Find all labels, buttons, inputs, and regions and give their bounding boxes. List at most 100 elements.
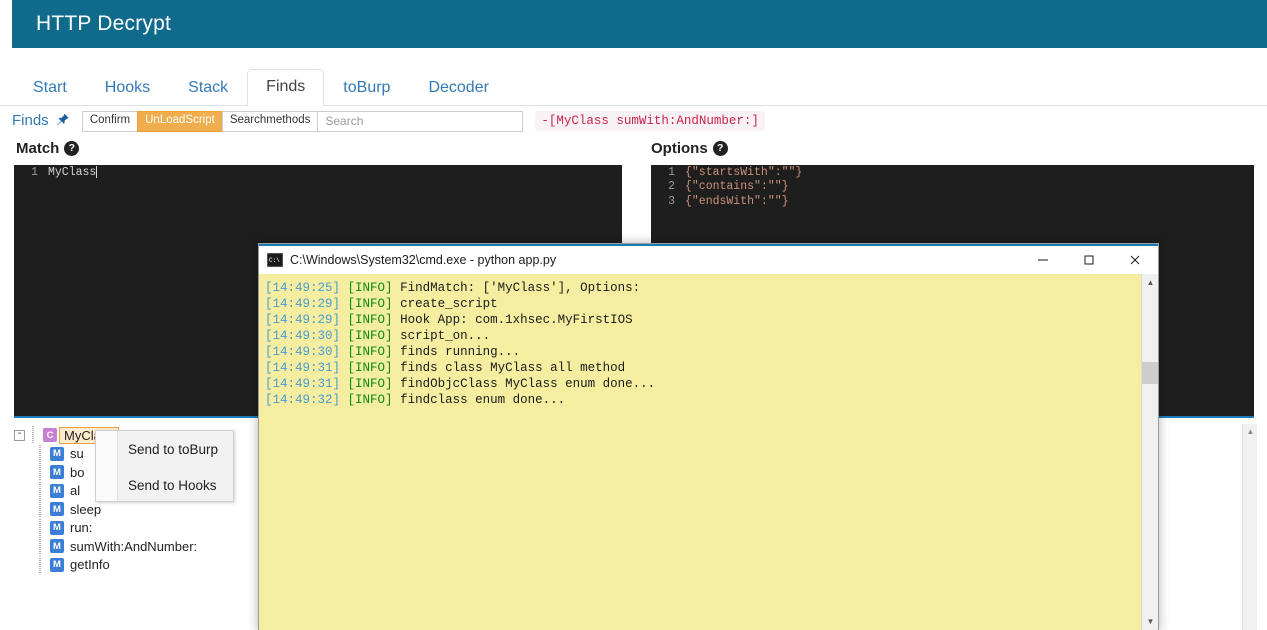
log-level: [INFO] — [347, 377, 393, 391]
text-caret — [96, 166, 98, 179]
collapse-toggle-icon[interactable]: - — [14, 429, 25, 441]
menu-item-send-to-toburp[interactable]: Send to toBurp — [96, 431, 233, 467]
method-badge-icon: M — [50, 465, 64, 480]
method-badge-icon: M — [50, 557, 64, 572]
tree-connector — [36, 537, 50, 556]
log-timestamp: [14:49:30] — [265, 345, 341, 359]
tree-node-label[interactable]: bo — [70, 466, 84, 479]
finds-toolbar: Finds Confirm UnLoadScript Searchmethods… — [0, 107, 1267, 135]
log-timestamp: [14:49:31] — [265, 377, 341, 391]
tree-node-label[interactable]: sumWith:AndNumber: — [70, 540, 197, 553]
confirm-button[interactable]: Confirm — [81, 110, 139, 132]
tab-start[interactable]: Start — [14, 70, 86, 106]
cmd-window[interactable]: C:\Windows\System32\cmd.exe - python app… — [258, 243, 1159, 630]
log-message: create_script — [400, 297, 498, 311]
scroll-up-icon[interactable]: ▲ — [1243, 424, 1258, 439]
tab-stack[interactable]: Stack — [169, 70, 247, 106]
log-line: [14:49:31] [INFO] finds class MyClass al… — [265, 360, 1141, 376]
question-mark-icon[interactable]: ? — [64, 141, 80, 156]
search-methods-button[interactable]: Searchmethods — [221, 110, 319, 132]
page-scrollbar[interactable]: ▲ — [1242, 424, 1257, 630]
tab-decoder[interactable]: Decoder — [409, 70, 507, 106]
finds-button-group: Confirm UnLoadScript Searchmethods — [81, 110, 524, 132]
console-output[interactable]: [14:49:25] [INFO] FindMatch: ['MyClass']… — [259, 274, 1141, 630]
close-icon[interactable] — [1112, 245, 1158, 275]
log-line: [14:49:31] [INFO] findObjcClass MyClass … — [265, 376, 1141, 392]
method-badge-icon: M — [50, 446, 64, 461]
line-content: {"startsWith":""} — [685, 165, 803, 179]
maximize-icon[interactable] — [1066, 245, 1112, 275]
log-timestamp: [14:49:31] — [265, 361, 341, 375]
finds-section-text: Finds — [12, 112, 49, 129]
tree-connector — [36, 555, 50, 574]
cmd-window-titlebar[interactable]: C:\Windows\System32\cmd.exe - python app… — [259, 244, 1158, 274]
line-content: MyClass — [48, 165, 97, 179]
log-level: [INFO] — [347, 329, 393, 343]
class-badge-icon: C — [43, 428, 57, 443]
tree-node-label[interactable]: al — [70, 484, 80, 497]
log-timestamp: [14:49:32] — [265, 393, 341, 407]
method-badge-icon: M — [50, 539, 64, 554]
cmd-window-body: [14:49:25] [INFO] FindMatch: ['MyClass']… — [259, 274, 1158, 630]
log-line: [14:49:29] [INFO] create_script — [265, 296, 1141, 312]
app-header: HTTP Decrypt — [12, 0, 1267, 48]
tree-connector — [36, 481, 50, 500]
console-scrollbar[interactable]: ▲ ▼ — [1141, 274, 1158, 630]
log-level: [INFO] — [347, 281, 393, 295]
match-heading-text: Match — [16, 140, 60, 157]
log-timestamp: [14:49:25] — [265, 281, 341, 295]
log-message: FindMatch: ['MyClass'], Options: — [400, 281, 641, 295]
log-level: [INFO] — [347, 313, 393, 327]
menu-item-send-to-hooks[interactable]: Send to Hooks — [96, 467, 233, 503]
method-badge-icon: M — [50, 502, 64, 517]
selected-method-signature: -[MyClass sumWith:AndNumber:] — [535, 111, 765, 131]
tab-finds[interactable]: Finds — [247, 69, 325, 106]
log-message: findclass enum done... — [400, 393, 566, 407]
window-controls — [1020, 245, 1158, 275]
code-line: 3 {"endsWith":""} — [651, 194, 1254, 209]
log-line: [14:49:32] [INFO] findclass enum done... — [265, 392, 1141, 408]
tab-toburp[interactable]: toBurp — [324, 70, 409, 106]
log-message: script_on... — [400, 329, 491, 343]
options-panel-heading: Options ? — [651, 140, 728, 157]
line-number: 3 — [668, 194, 675, 208]
log-level: [INFO] — [347, 393, 393, 407]
cmd-console-icon — [267, 253, 283, 267]
code-line: 1 MyClass — [14, 165, 622, 180]
line-number: 1 — [668, 165, 675, 179]
line-content: {"endsWith":""} — [685, 194, 789, 208]
tree-connector — [36, 444, 50, 463]
thumbtack-icon[interactable] — [56, 113, 69, 130]
log-timestamp: [14:49:29] — [265, 297, 341, 311]
tab-hooks[interactable]: Hooks — [86, 70, 169, 106]
tree-node-label[interactable]: su — [70, 447, 84, 460]
match-panel-heading: Match ? — [16, 140, 80, 157]
log-level: [INFO] — [347, 297, 393, 311]
log-line: [14:49:29] [INFO] Hook App: com.1xhsec.M… — [265, 312, 1141, 328]
scroll-up-icon[interactable]: ▲ — [1142, 274, 1158, 291]
log-level: [INFO] — [347, 345, 393, 359]
tree-node-label[interactable]: run: — [70, 521, 92, 534]
tree-connector — [36, 463, 50, 482]
unload-script-button[interactable]: UnLoadScript — [137, 110, 223, 132]
scrollbar-thumb[interactable] — [1142, 362, 1158, 384]
scroll-down-icon[interactable]: ▼ — [1142, 613, 1158, 630]
log-timestamp: [14:49:29] — [265, 313, 341, 327]
log-line: [14:49:25] [INFO] FindMatch: ['MyClass']… — [265, 280, 1141, 296]
tree-node-label[interactable]: sleep — [70, 503, 101, 516]
log-message: findObjcClass MyClass enum done... — [400, 377, 656, 391]
minimize-icon[interactable] — [1020, 245, 1066, 275]
line-content: {"contains":""} — [685, 180, 789, 194]
tree-connector — [36, 500, 50, 519]
tree-connector — [29, 426, 43, 445]
method-badge-icon: M — [50, 520, 64, 535]
tab-bar: Start Hooks Stack Finds toBurp Decoder — [0, 62, 1267, 106]
options-heading-text: Options — [651, 140, 708, 157]
question-mark-icon[interactable]: ? — [712, 141, 728, 156]
tree-node-label[interactable]: getInfo — [70, 558, 110, 571]
method-badge-icon: M — [50, 483, 64, 498]
tree-context-menu: Send to toBurp Send to Hooks — [95, 430, 234, 502]
code-line: 1 {"startsWith":""} — [651, 165, 1254, 180]
search-input[interactable] — [317, 110, 524, 132]
app-title: HTTP Decrypt — [36, 12, 172, 35]
